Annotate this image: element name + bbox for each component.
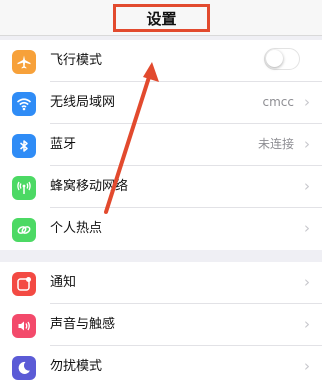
settings-row-sounds-haptics[interactable]: 声音与触感 › — [0, 304, 322, 346]
settings-row-label: 通知 — [50, 275, 77, 290]
chevron-right-icon: › — [304, 273, 310, 291]
wifi-icon — [12, 92, 36, 116]
settings-group-notifications: 通知 › 声音与触感 › 勿扰模式 › — [0, 262, 322, 380]
chevron-right-icon: › — [304, 357, 310, 375]
antenna-icon — [12, 176, 36, 200]
wifi-network-value: cmcc — [262, 95, 294, 109]
link-icon — [12, 218, 36, 242]
title-highlight-box: 设置 — [113, 4, 210, 32]
navigation-bar: 设置 — [0, 0, 322, 36]
settings-row-label: 声音与触感 — [50, 317, 116, 332]
chevron-right-icon: › — [304, 219, 310, 237]
settings-row-label: 个人热点 — [50, 221, 103, 236]
settings-row-label: 飞行模式 — [50, 53, 103, 68]
settings-row-airplane-mode[interactable]: 飞行模式 — [0, 40, 322, 82]
speaker-icon — [12, 314, 36, 338]
chevron-right-icon: › — [304, 93, 310, 111]
settings-row-bluetooth[interactable]: 蓝牙 未连接 › — [0, 124, 322, 166]
moon-icon — [12, 356, 36, 380]
settings-row-label: 蓝牙 — [50, 137, 77, 152]
notification-icon — [12, 272, 36, 296]
settings-row-personal-hotspot[interactable]: 个人热点 › — [0, 208, 322, 250]
settings-row-notifications[interactable]: 通知 › — [0, 262, 322, 304]
airplane-icon — [12, 50, 36, 74]
chevron-right-icon: › — [304, 315, 310, 333]
settings-group-connectivity: 飞行模式 无线局域网 cmcc › 蓝牙 未连接 › 蜂窝移动网络 › 个人热点 — [0, 40, 322, 250]
page-title: 设置 — [146, 9, 177, 28]
settings-row-label: 无线局域网 — [50, 95, 116, 110]
chevron-right-icon: › — [304, 135, 310, 153]
chevron-right-icon: › — [304, 177, 310, 195]
airplane-mode-toggle[interactable] — [264, 48, 300, 70]
bluetooth-icon — [12, 134, 36, 158]
settings-row-wifi[interactable]: 无线局域网 cmcc › — [0, 82, 322, 124]
settings-row-label: 勿扰模式 — [50, 359, 103, 374]
settings-row-cellular[interactable]: 蜂窝移动网络 › — [0, 166, 322, 208]
settings-row-do-not-disturb[interactable]: 勿扰模式 › — [0, 346, 322, 380]
toggle-knob — [266, 50, 283, 67]
settings-row-label: 蜂窝移动网络 — [50, 179, 129, 194]
bluetooth-status-value: 未连接 — [257, 137, 294, 151]
